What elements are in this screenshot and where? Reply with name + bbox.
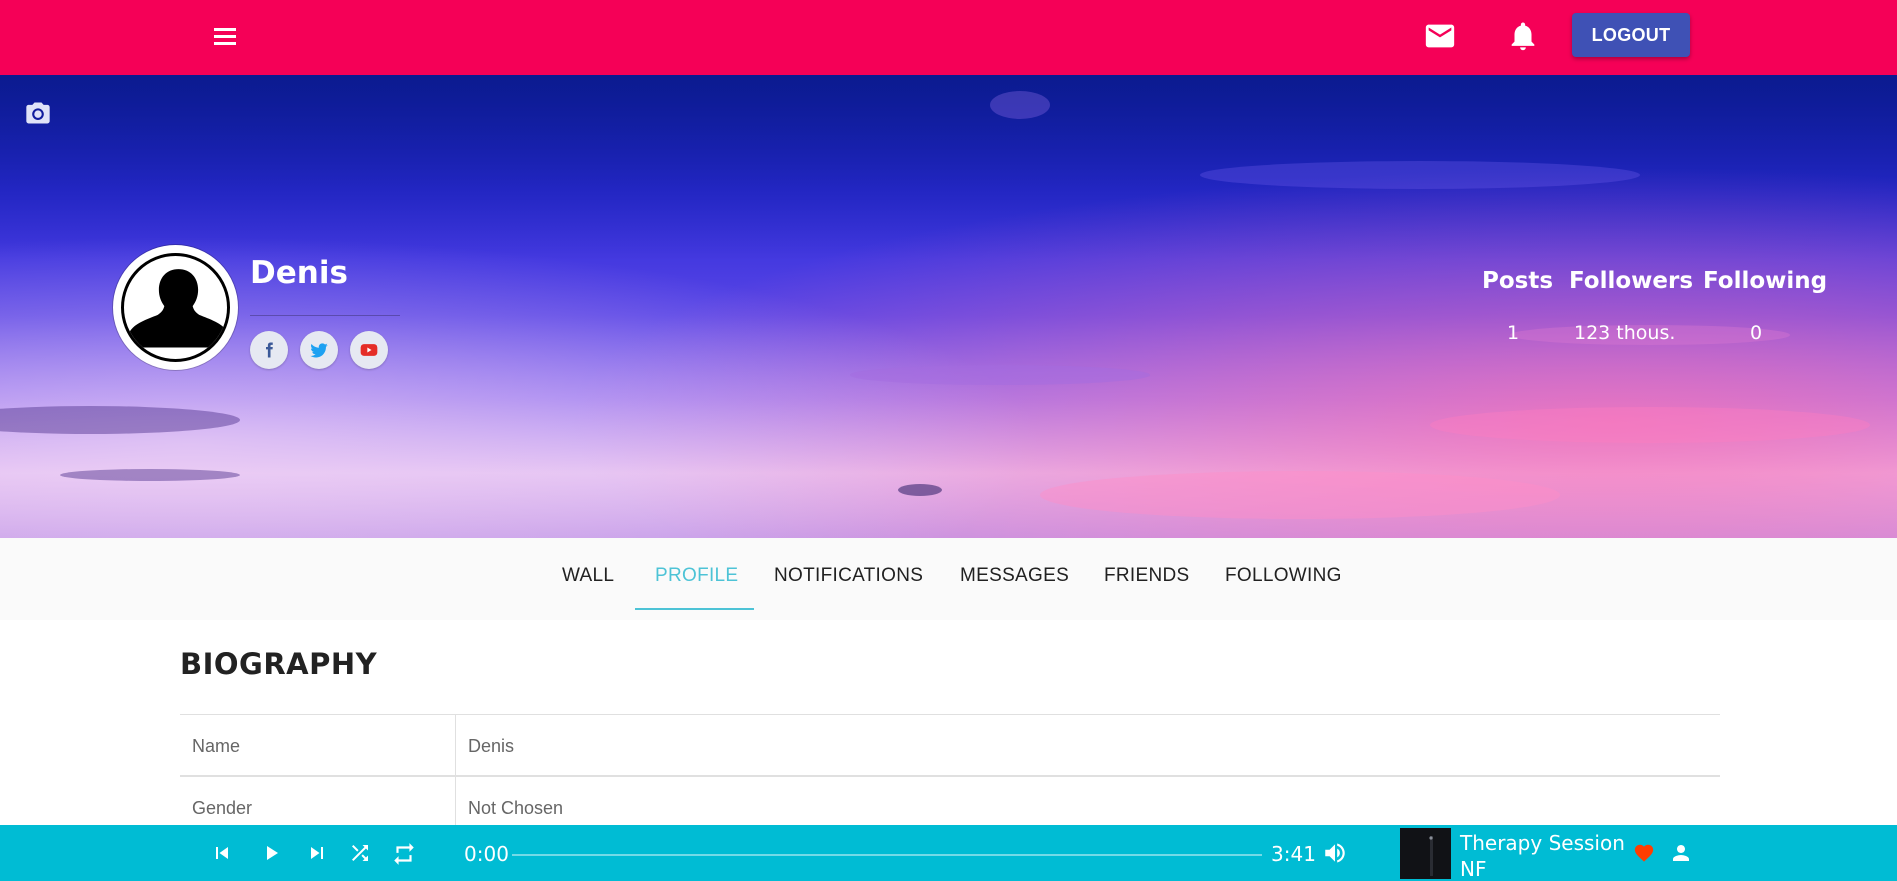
bell-icon[interactable] (1506, 19, 1540, 53)
bio-key-name: Name (192, 736, 241, 756)
tab-messages[interactable]: MESSAGES (960, 565, 1069, 620)
stat-posts-label: Posts (1482, 268, 1554, 294)
table-row: Name Denis (180, 714, 1720, 776)
tab-following[interactable]: FOLLOWING (1225, 565, 1342, 620)
name-divider (250, 315, 400, 316)
stat-posts-value: 1 (1507, 322, 1520, 344)
mail-icon[interactable] (1423, 19, 1457, 53)
tab-profile[interactable]: PROFILE (655, 565, 738, 620)
stat-following-value: 0 (1750, 322, 1763, 344)
stat-followers-label: Followers (1569, 268, 1694, 294)
repeat-icon[interactable] (391, 841, 415, 865)
tab-friends[interactable]: FRIENDS (1104, 565, 1190, 620)
profile-tabs: WALL PROFILE NOTIFICATIONS MESSAGES FRIE… (0, 538, 1897, 620)
tab-wall[interactable]: WALL (562, 565, 614, 620)
stat-followers-value: 123 thous. (1574, 322, 1676, 344)
profile-name: Denis (250, 255, 348, 291)
biography-table: Name Denis Gender Not Chosen (180, 714, 1720, 838)
track-duration: 3:41 (1271, 842, 1316, 866)
bio-value-gender: Not Chosen (468, 798, 564, 818)
facebook-icon[interactable] (250, 331, 288, 369)
progress-bar[interactable] (512, 854, 1262, 856)
hamburger-menu-icon[interactable] (210, 22, 240, 52)
shuffle-icon[interactable] (348, 841, 372, 865)
track-title: Therapy Session (1460, 831, 1625, 855)
skip-previous-icon[interactable] (210, 841, 234, 865)
play-icon[interactable] (259, 841, 283, 865)
tab-notifications[interactable]: NOTIFICATIONS (774, 565, 923, 620)
music-player-bar: 0:00 3:41 Therapy Session NF (0, 825, 1897, 881)
bio-key-gender: Gender (192, 798, 253, 818)
biography-title: BIOGRAPHY (180, 647, 378, 681)
person-icon[interactable] (1669, 841, 1693, 865)
twitter-icon[interactable] (300, 331, 338, 369)
bio-value-name: Denis (468, 736, 515, 756)
profile-cover: Denis Posts Followers Following 1 123 th… (0, 75, 1897, 538)
camera-icon[interactable] (24, 100, 56, 128)
current-time: 0:00 (464, 842, 509, 866)
heart-icon[interactable] (1633, 842, 1657, 866)
skip-next-icon[interactable] (305, 841, 329, 865)
top-app-bar: LOGOUT (0, 0, 1897, 75)
avatar[interactable] (113, 245, 238, 370)
person-silhouette-icon (127, 269, 227, 348)
album-art (1400, 828, 1451, 879)
active-tab-indicator (635, 608, 754, 610)
youtube-icon[interactable] (350, 331, 388, 369)
stat-following-label: Following (1703, 268, 1828, 294)
logout-button[interactable]: LOGOUT (1572, 13, 1690, 57)
track-artist: NF (1460, 857, 1487, 881)
volume-icon[interactable] (1322, 840, 1346, 864)
cover-sky-image (0, 75, 1897, 538)
